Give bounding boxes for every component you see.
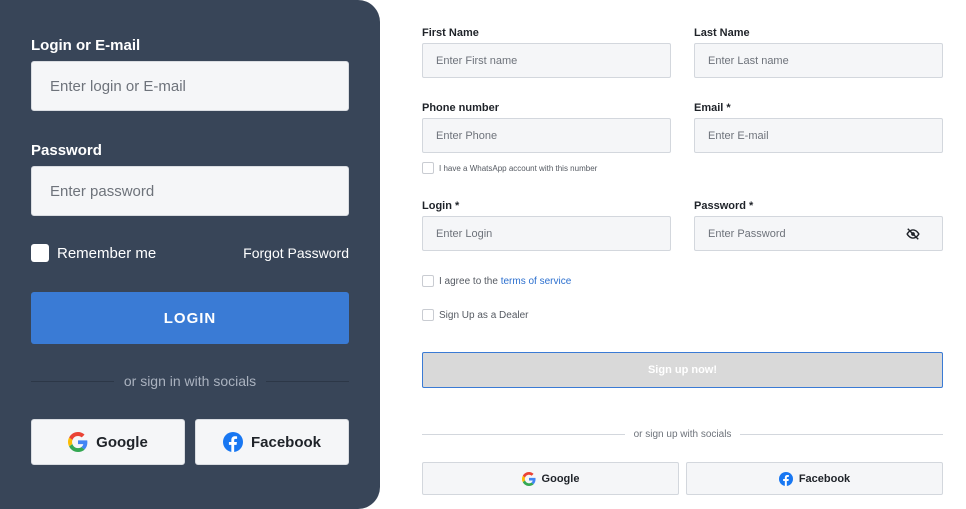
- login-email-input[interactable]: [31, 61, 349, 111]
- auth-screen: Login or E-mail Password Remember me For…: [0, 0, 966, 509]
- whatsapp-checkbox[interactable]: [422, 162, 434, 174]
- whatsapp-option[interactable]: I have a WhatsApp account with this numb…: [422, 162, 597, 174]
- google-label: Google: [541, 472, 580, 485]
- google-signup-button[interactable]: Google: [422, 462, 679, 495]
- signup-form: First Name Last Name Phone number Email …: [405, 0, 966, 509]
- terms-option[interactable]: I agree to the terms of service: [422, 275, 571, 287]
- signup-social-divider: or sign up with socials: [422, 429, 944, 440]
- phone-input[interactable]: [422, 118, 671, 153]
- login-button[interactable]: LOGIN: [31, 292, 349, 344]
- dealer-label: Sign Up as a Dealer: [439, 309, 529, 321]
- first-name-input[interactable]: [422, 43, 671, 78]
- terms-checkbox[interactable]: [422, 275, 434, 287]
- signup-social-divider-text: or sign up with socials: [633, 429, 732, 440]
- login-email-label: Login or E-mail: [31, 37, 141, 54]
- login-label: Login *: [422, 200, 460, 212]
- facebook-login-button[interactable]: Facebook: [195, 419, 349, 465]
- eye-off-icon[interactable]: [906, 227, 920, 241]
- remember-me[interactable]: Remember me: [31, 244, 156, 262]
- divider-line: [31, 380, 114, 382]
- password-input[interactable]: [31, 166, 349, 216]
- whatsapp-label: I have a WhatsApp account with this numb…: [439, 163, 598, 173]
- divider-line: [740, 434, 944, 435]
- google-icon: [521, 471, 536, 486]
- dealer-option[interactable]: Sign Up as a Dealer: [422, 309, 529, 321]
- password-label: Password: [31, 142, 102, 159]
- last-name-input[interactable]: [694, 43, 943, 78]
- social-divider: or sign in with socials: [31, 373, 349, 389]
- terms-label: I agree to the terms of service: [439, 276, 571, 287]
- facebook-label: Facebook: [798, 472, 851, 485]
- login-card: Login or E-mail Password Remember me For…: [0, 0, 380, 509]
- facebook-icon: [222, 432, 243, 452]
- facebook-icon: [778, 471, 793, 486]
- first-name-label: First Name: [422, 27, 479, 39]
- password-label: Password *: [694, 200, 754, 212]
- divider-line: [266, 380, 349, 382]
- google-icon: [68, 432, 88, 452]
- login-input[interactable]: [422, 216, 671, 251]
- phone-label: Phone number: [422, 102, 500, 114]
- facebook-signup-button[interactable]: Facebook: [686, 462, 943, 495]
- signup-button[interactable]: Sign up now!: [422, 352, 943, 388]
- last-name-label: Last Name: [694, 27, 750, 39]
- social-divider-text: or sign in with socials: [123, 373, 257, 389]
- remember-me-checkbox[interactable]: [31, 244, 49, 262]
- remember-me-label: Remember me: [57, 244, 157, 262]
- divider-line: [422, 434, 625, 435]
- forgot-password-link[interactable]: Forgot Password: [243, 245, 349, 261]
- terms-of-service-link[interactable]: terms of service: [501, 276, 572, 287]
- email-input[interactable]: [694, 118, 943, 153]
- email-label: Email *: [694, 102, 731, 114]
- terms-prefix: I agree to the: [439, 275, 501, 287]
- google-login-button[interactable]: Google: [31, 419, 185, 465]
- facebook-label: Facebook: [250, 433, 322, 451]
- google-label: Google: [96, 433, 148, 451]
- dealer-checkbox[interactable]: [422, 309, 434, 321]
